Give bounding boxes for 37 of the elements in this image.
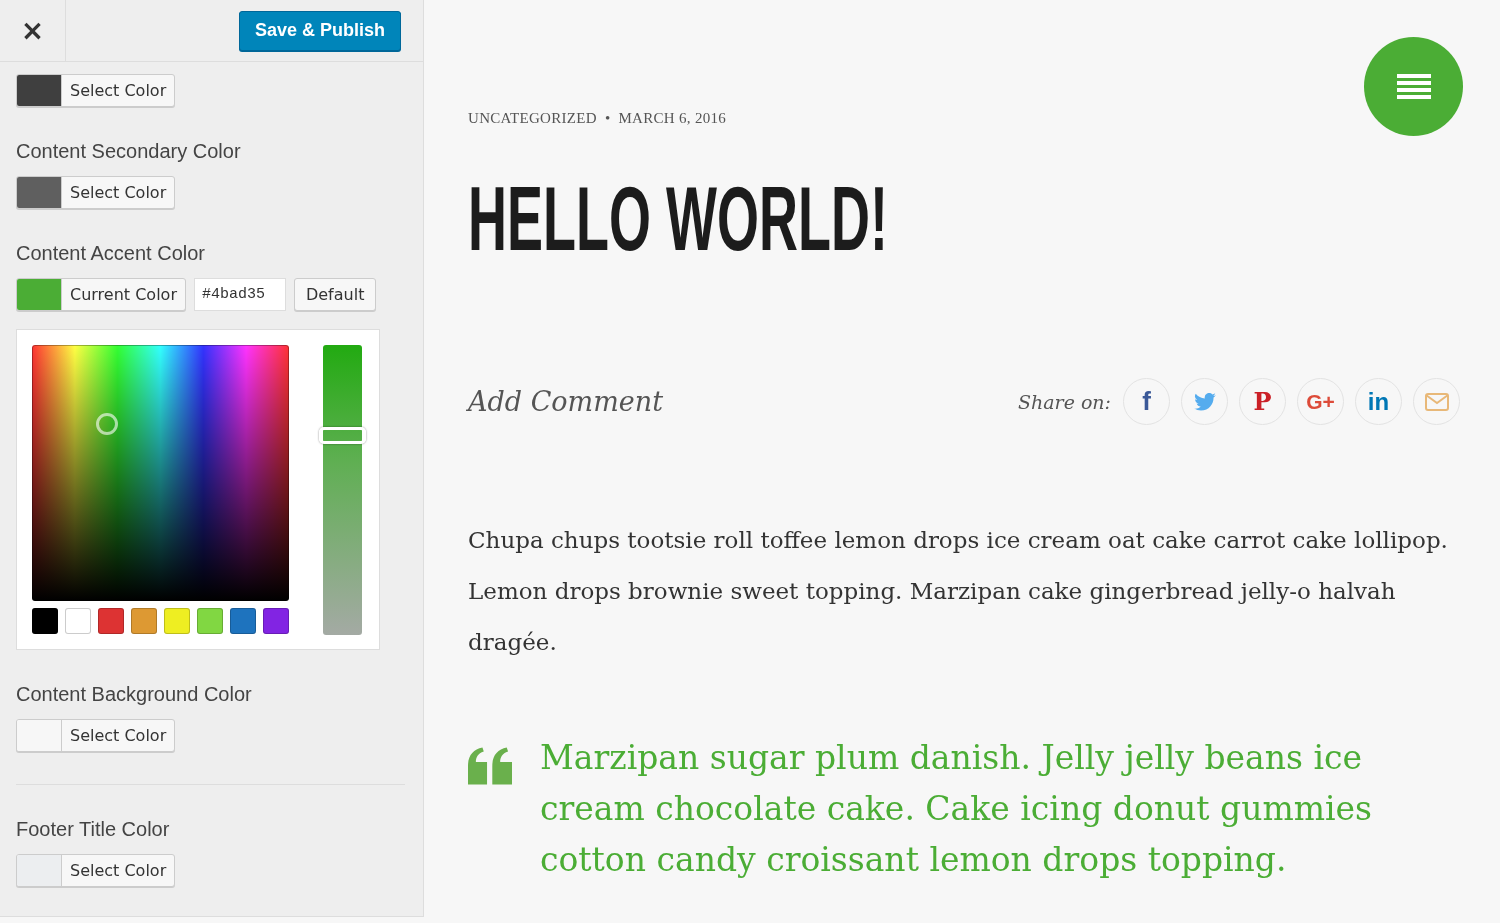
color-button[interactable]: Current Color (16, 278, 186, 311)
setting-label: Content Background Color (16, 682, 253, 706)
menu-icon (1396, 73, 1431, 100)
palette-swatch[interactable] (263, 608, 289, 634)
add-comment-link[interactable]: Add Comment (468, 386, 663, 417)
setting-label: Content Secondary Color (16, 139, 242, 163)
palette-swatch[interactable] (230, 608, 256, 634)
palette-swatch[interactable] (65, 608, 91, 634)
post-title: HELLO WORLD! (468, 174, 888, 264)
slider-handle[interactable] (319, 426, 366, 444)
post-date: MARCH 6, 2016 (618, 109, 727, 128)
facebook-icon: f (1142, 386, 1151, 417)
color-button[interactable]: Select Color (16, 854, 176, 887)
body-paragraph: Chupa chups tootsie roll toffee lemon drops ice cream oat cake carrot cake lollipop. Lemon drops brownie sweet topping. Marzipan cake gingerbread jelly-o halvah dragée. (468, 526, 1449, 657)
color-button[interactable]: Select Color (16, 176, 176, 209)
hex-input-field[interactable]: #4bad35 (193, 278, 286, 311)
color-button[interactable]: Select Color (16, 719, 176, 752)
palette-swatch[interactable] (197, 608, 223, 634)
separator-dot: • (604, 109, 611, 128)
color-button[interactable]: Select Color (16, 74, 176, 107)
palette-swatch[interactable] (131, 608, 157, 634)
color-gradient-field[interactable] (32, 345, 289, 601)
setting-label: Content Accent Color (16, 241, 206, 265)
palette-swatch[interactable] (164, 608, 190, 634)
share-label: Share on: (1017, 390, 1111, 413)
palette-swatch[interactable] (32, 608, 58, 634)
picker-handle[interactable] (96, 413, 118, 435)
setting-label: Footer Title Color (16, 817, 171, 841)
close-button[interactable]: × (0, 0, 66, 61)
linkedin-icon: in (1367, 387, 1390, 416)
pinterest-icon: P (1253, 387, 1272, 416)
save-publish-button[interactable]: Save & Publish (238, 10, 401, 51)
category-link[interactable]: UNCATEGORIZED (468, 108, 597, 128)
blockquote-text: Marzipan sugar plum danish. Jelly jelly beans ice cream chocolate cake. Cake icing donut gummies cotton candy croissant lemon drops topping. (540, 737, 1373, 881)
palette-swatch[interactable] (98, 608, 124, 634)
default-button[interactable]: Default (293, 278, 377, 311)
google-plus-icon: G+ (1306, 389, 1335, 414)
